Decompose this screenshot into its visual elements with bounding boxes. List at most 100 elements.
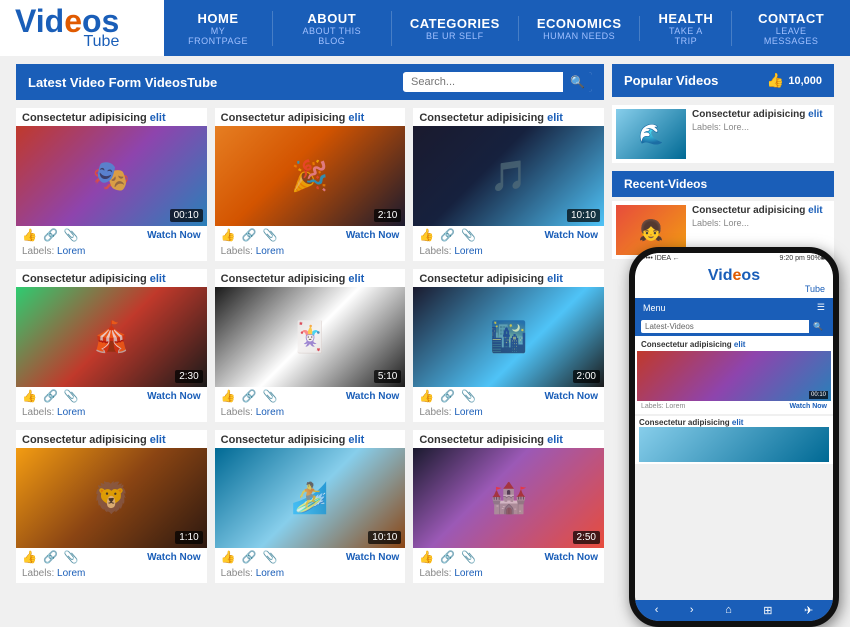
share-icon[interactable]: 📎 xyxy=(263,228,278,242)
nav-categories[interactable]: CATEGORIES BE UR SELF xyxy=(392,16,519,41)
nav-health[interactable]: HEALTH TAKE A TRIP xyxy=(640,11,732,46)
video-labels-1: Labels: Lorem xyxy=(16,246,207,261)
popular-videos-header: Popular Videos 👍 10,000 xyxy=(612,64,834,97)
video-card-8: Consectetur adipisicing elit 🏄 10:10 👍 🔗… xyxy=(215,430,406,583)
video-icons-4: 👍 🔗 📎 xyxy=(22,389,79,403)
phone-home-icon[interactable]: ⌂ xyxy=(725,604,732,617)
share-icon[interactable]: 📎 xyxy=(461,550,476,564)
phone-search-btn[interactable]: 🔍 xyxy=(809,320,827,333)
video-card-6: Consectetur adipisicing elit 🌃 2:00 👍 🔗 … xyxy=(413,269,604,422)
label-link-7[interactable]: Lorem xyxy=(57,568,85,579)
phone-status-right: 9:20 pm 90%■ xyxy=(780,255,825,262)
label-link-4[interactable]: Lorem xyxy=(57,407,85,418)
link-icon[interactable]: 🔗 xyxy=(242,389,257,403)
like-icon[interactable]: 👍 xyxy=(419,389,434,403)
search-bar: 🔍 xyxy=(403,72,592,92)
link-icon[interactable]: 🔗 xyxy=(440,389,455,403)
video-thumb-7[interactable]: 🦁 1:10 xyxy=(16,448,207,548)
label-link-3[interactable]: Lorem xyxy=(454,246,482,257)
share-icon[interactable]: 📎 xyxy=(64,389,79,403)
phone-bookmark-icon[interactable]: ⊞ xyxy=(763,604,772,617)
like-icon[interactable]: 👍 xyxy=(419,228,434,242)
phone-popular-thumb[interactable] xyxy=(639,427,829,462)
phone-logo-area: Videos Tube xyxy=(635,264,833,298)
like-icon[interactable]: 👍 xyxy=(221,550,236,564)
video-thumb-2[interactable]: 🎉 2:10 xyxy=(215,126,406,226)
phone-search-bar: Latest-Videos 🔍 xyxy=(635,317,833,336)
video-thumb-1[interactable]: 🎭 00:10 xyxy=(16,126,207,226)
share-icon[interactable]: 📎 xyxy=(461,389,476,403)
popular-title-1: Consectetur adipisicing elit xyxy=(692,109,830,120)
share-icon[interactable]: 📎 xyxy=(263,389,278,403)
video-thumb-6[interactable]: 🌃 2:00 xyxy=(413,287,604,387)
like-icon[interactable]: 👍 xyxy=(22,228,37,242)
link-icon[interactable]: 🔗 xyxy=(440,228,455,242)
video-labels-7: Labels: Lorem xyxy=(16,568,207,583)
video-labels-2: Labels: Lorem xyxy=(215,246,406,261)
video-icons-7: 👍 🔗 📎 xyxy=(22,550,79,564)
link-icon[interactable]: 🔗 xyxy=(43,228,58,242)
phone-video-thumb[interactable]: 00:10 xyxy=(637,351,831,401)
share-icon[interactable]: 📎 xyxy=(461,228,476,242)
video-thumb-8[interactable]: 🏄 10:10 xyxy=(215,448,406,548)
label-link-6[interactable]: Lorem xyxy=(454,407,482,418)
like-number: 10,000 xyxy=(788,75,822,87)
watch-now-2[interactable]: Watch Now xyxy=(346,230,400,241)
video-title-1: Consectetur adipisicing elit xyxy=(16,108,207,126)
nav-contact[interactable]: CONTACT LEAVE MESSAGES xyxy=(732,11,850,46)
like-icon[interactable]: 👍 xyxy=(221,228,236,242)
like-icon[interactable]: 👍 xyxy=(419,550,434,564)
nav-home[interactable]: HOME MY FRONTPAGE xyxy=(164,11,272,46)
share-icon[interactable]: 📎 xyxy=(64,550,79,564)
popular-info-1: Consectetur adipisicing elit Labels: Lor… xyxy=(692,109,830,159)
video-title-5: Consectetur adipisicing elit xyxy=(215,269,406,287)
like-icon[interactable]: 👍 xyxy=(22,389,37,403)
label-link-9[interactable]: Lorem xyxy=(454,568,482,579)
link-icon[interactable]: 🔗 xyxy=(43,550,58,564)
phone-watch-now[interactable]: Watch Now xyxy=(790,403,827,410)
phone-forward-icon[interactable]: › xyxy=(690,604,694,617)
like-icon[interactable]: 👍 xyxy=(221,389,236,403)
video-title-6: Consectetur adipisicing elit xyxy=(413,269,604,287)
popular-label-link-1[interactable]: Lore... xyxy=(724,122,750,132)
link-icon[interactable]: 🔗 xyxy=(242,550,257,564)
watch-now-6[interactable]: Watch Now xyxy=(544,391,598,402)
phone-mockup-container: •••• IDEA ← 9:20 pm 90%■ Videos Tube Men… xyxy=(612,267,834,567)
popular-thumb-1[interactable]: 🌊 xyxy=(616,109,686,159)
video-thumb-4[interactable]: 🎪 2:30 xyxy=(16,287,207,387)
watch-now-9[interactable]: Watch Now xyxy=(544,552,598,563)
label-link-5[interactable]: Lorem xyxy=(256,407,284,418)
like-icon[interactable]: 👍 xyxy=(22,550,37,564)
label-link-1[interactable]: Lorem xyxy=(57,246,85,257)
watch-now-1[interactable]: Watch Now xyxy=(147,230,201,241)
link-icon[interactable]: 🔗 xyxy=(242,228,257,242)
label-link-2[interactable]: Lorem xyxy=(256,246,284,257)
video-thumb-9[interactable]: 🏰 2:50 xyxy=(413,448,604,548)
phone-back-icon[interactable]: ‹ xyxy=(655,604,659,617)
phone-search-label: Latest-Videos xyxy=(641,320,809,333)
video-title-4: Consectetur adipisicing elit xyxy=(16,269,207,287)
watch-now-4[interactable]: Watch Now xyxy=(147,391,201,402)
nav-economics[interactable]: ECONOMICS HUMAN NEEDS xyxy=(519,16,641,41)
video-thumb-3[interactable]: 🎵 10:10 xyxy=(413,126,604,226)
label-link-8[interactable]: Lorem xyxy=(256,568,284,579)
watch-now-8[interactable]: Watch Now xyxy=(346,552,400,563)
link-icon[interactable]: 🔗 xyxy=(43,389,58,403)
nav-about[interactable]: ABOUT ABOUT THIS BLOG xyxy=(273,11,392,46)
search-input[interactable] xyxy=(403,73,563,91)
share-icon[interactable]: 📎 xyxy=(64,228,79,242)
phone-menu-icon[interactable]: ☰ xyxy=(817,302,825,313)
link-icon[interactable]: 🔗 xyxy=(440,550,455,564)
site-logo[interactable]: Videos Tube xyxy=(15,5,119,51)
video-thumb-5[interactable]: 🃏 5:10 xyxy=(215,287,406,387)
watch-now-5[interactable]: Watch Now xyxy=(346,391,400,402)
phone-share-icon[interactable]: ✈ xyxy=(804,604,813,617)
phone-mockup: •••• IDEA ← 9:20 pm 90%■ Videos Tube Men… xyxy=(629,247,839,627)
search-button[interactable]: 🔍 xyxy=(563,72,592,92)
popular-label-link-2[interactable]: Lore... xyxy=(724,218,750,228)
video-card-1: Consectetur adipisicing elit 🎭 00:10 👍 🔗… xyxy=(16,108,207,261)
watch-now-7[interactable]: Watch Now xyxy=(147,552,201,563)
phone-video-title: Consectetur adipisicing elit xyxy=(637,338,831,351)
share-icon[interactable]: 📎 xyxy=(263,550,278,564)
watch-now-3[interactable]: Watch Now xyxy=(544,230,598,241)
